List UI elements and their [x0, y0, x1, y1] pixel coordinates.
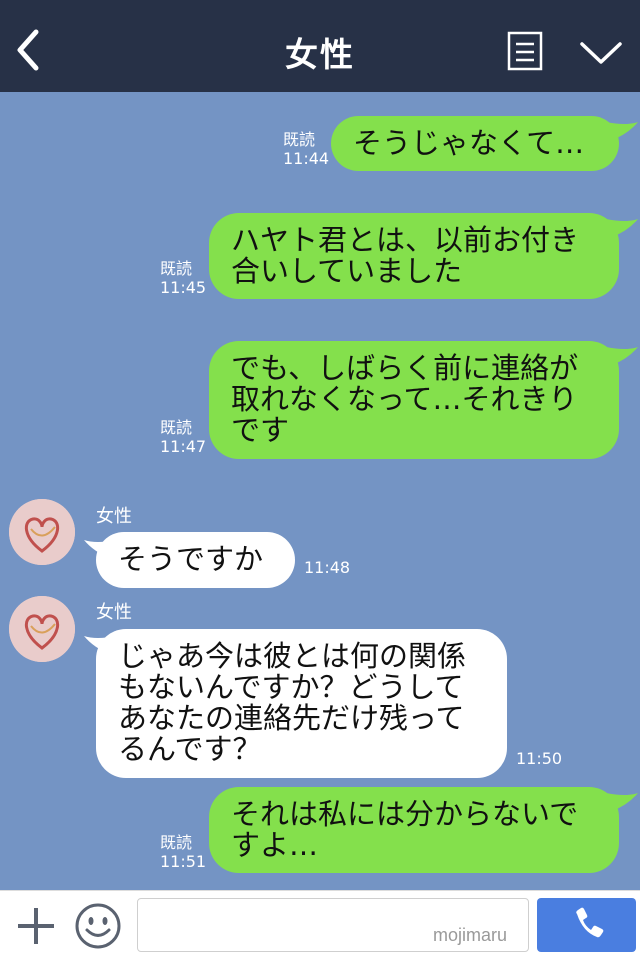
input-bar	[0, 890, 640, 960]
bubble-tail	[606, 793, 638, 811]
chevron-down-icon	[580, 42, 622, 64]
menu-button[interactable]	[507, 31, 543, 71]
smiley-icon	[75, 903, 121, 949]
read-receipt: 既読	[283, 130, 316, 149]
message-time: 11:44	[283, 149, 330, 168]
avatar[interactable]	[9, 499, 75, 565]
message-time: 11:51	[160, 852, 207, 871]
heart-avatar-icon	[9, 499, 75, 565]
bubble-tail	[606, 219, 638, 237]
message-time: 11:48	[304, 558, 351, 577]
bubble-tail	[84, 636, 116, 654]
message-meta: 既読 11:51	[160, 833, 206, 871]
attach-button[interactable]	[14, 904, 58, 948]
emoji-button[interactable]	[73, 901, 123, 951]
message-bubble[interactable]: そうじゃなくて…	[331, 116, 619, 171]
message-time: 11:47	[160, 437, 207, 456]
notes-icon	[507, 31, 543, 71]
chat-title: 女性	[285, 35, 355, 74]
message-bubble[interactable]: ハヤト君とは、以前お付き 合いしていました	[209, 213, 619, 299]
message-bubble[interactable]: じゃあ今は彼とは何の関係 もないんですか？どうして あなたの連絡先だけ残って る…	[96, 629, 507, 778]
bubble-tail	[606, 347, 638, 365]
call-button[interactable]	[537, 898, 636, 952]
avatar[interactable]	[9, 596, 75, 662]
message-bubble[interactable]: そうですか	[96, 532, 295, 588]
phone-icon	[576, 907, 604, 938]
message-meta: 既読 11:47	[160, 418, 206, 456]
message-time: 11:45	[160, 278, 207, 297]
heart-avatar-icon	[9, 596, 75, 662]
watermark: mojimaru	[433, 925, 508, 945]
read-receipt: 既読	[160, 259, 193, 278]
bubble-tail	[606, 122, 638, 140]
message-bubble[interactable]: でも、しばらく前に連絡が 取れなくなって…それきり です	[209, 341, 619, 459]
bubble-tail	[84, 540, 116, 558]
message-time: 11:50	[516, 749, 563, 768]
read-receipt: 既読	[160, 833, 193, 852]
chat-header: 女性	[0, 0, 640, 92]
read-receipt: 既読	[160, 418, 193, 437]
chat-area: 既読 11:44 そうじゃなくて… 既読 11:45 ハヤト君とは、以前お付き …	[0, 0, 640, 890]
plus-icon	[18, 908, 54, 944]
sender-name: 女性	[96, 602, 132, 623]
message-meta: 既読 11:45	[160, 259, 206, 297]
collapse-button[interactable]	[578, 38, 624, 68]
message-meta: 既読 11:44	[283, 130, 329, 168]
sender-name: 女性	[96, 506, 132, 527]
message-bubble[interactable]: それは私には分からないで すよ…	[209, 787, 619, 873]
